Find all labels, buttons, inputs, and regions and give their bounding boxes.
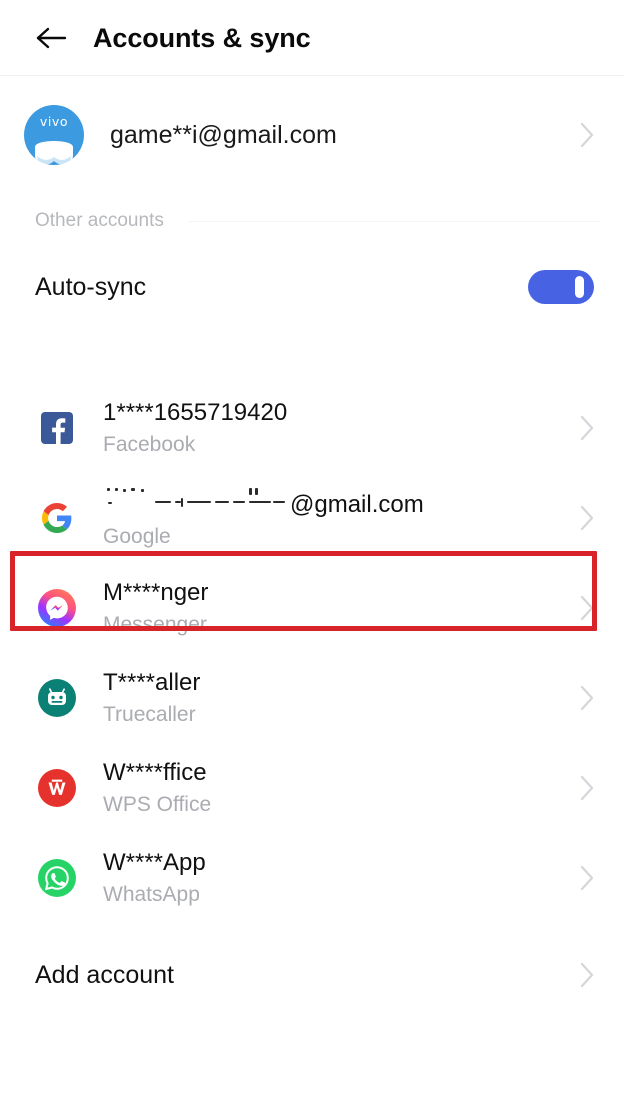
chevron-right-icon: [580, 595, 594, 621]
accounts-sync-screen: Accounts & sync vivo game**i@gmail.com O…: [0, 0, 624, 1101]
other-accounts-section-header: Other accounts: [0, 194, 624, 248]
account-row-facebook[interactable]: 1****1655719420 Facebook: [0, 383, 624, 473]
section-label: Other accounts: [35, 210, 164, 231]
account-chevron[interactable]: [572, 414, 602, 442]
back-button[interactable]: [34, 21, 68, 55]
vivo-logo-text: vivo: [39, 114, 69, 129]
chevron-right-icon: [580, 865, 594, 891]
account-text: @gmail.com Google: [103, 486, 572, 550]
section-divider: [187, 220, 600, 222]
account-title: @gmail.com: [103, 486, 572, 520]
primary-account-row[interactable]: vivo game**i@gmail.com: [0, 76, 624, 194]
account-row-messenger[interactable]: M****nger Messenger: [0, 563, 624, 653]
primary-account-chevron[interactable]: [572, 121, 602, 149]
auto-sync-toggle[interactable]: [528, 270, 594, 304]
account-subtitle: Google: [103, 524, 171, 548]
account-title: T****aller: [103, 668, 201, 696]
toggle-knob: [575, 276, 584, 298]
accounts-list: 1****1655719420 Facebook @gmail.com Goog…: [0, 383, 624, 923]
vivo-mascot-icon: [35, 141, 73, 165]
add-account-row[interactable]: Add account: [0, 933, 624, 1017]
primary-account-email: game**i@gmail.com: [110, 120, 337, 149]
vivo-avatar: vivo: [24, 105, 84, 165]
app-header: Accounts & sync: [0, 0, 624, 76]
account-chevron[interactable]: [572, 774, 602, 802]
auto-sync-row[interactable]: Auto-sync: [0, 248, 624, 326]
whatsapp-icon: [35, 856, 79, 900]
facebook-icon: [35, 406, 79, 450]
account-chevron[interactable]: [572, 594, 602, 622]
account-subtitle: Truecaller: [103, 702, 196, 726]
account-title-domain: @gmail.com: [290, 490, 424, 518]
chevron-right-icon: [580, 122, 594, 148]
account-text: W****ffice WPS Office: [103, 758, 572, 818]
account-subtitle: Messenger: [103, 612, 207, 636]
account-title: W****App: [103, 848, 206, 876]
chevron-right-icon: [580, 775, 594, 801]
account-chevron[interactable]: [572, 684, 602, 712]
account-chevron[interactable]: [572, 504, 602, 532]
account-title: W****ffice: [103, 758, 207, 786]
chevron-right-icon: [580, 685, 594, 711]
messenger-icon: [35, 586, 79, 630]
account-subtitle: Facebook: [103, 432, 196, 456]
page-title: Accounts & sync: [93, 22, 311, 53]
account-subtitle: WhatsApp: [103, 882, 200, 906]
truecaller-icon: [35, 676, 79, 720]
google-icon: [35, 496, 79, 540]
chevron-right-icon: [580, 505, 594, 531]
account-chevron[interactable]: [572, 864, 602, 892]
account-title: M****nger: [103, 578, 209, 606]
redacted-email-local-part: [103, 486, 289, 512]
account-subtitle: WPS Office: [103, 792, 212, 816]
auto-sync-label: Auto-sync: [35, 272, 147, 301]
account-text: 1****1655719420 Facebook: [103, 398, 572, 458]
account-title: 1****1655719420: [103, 398, 288, 426]
account-row-whatsapp[interactable]: W****App WhatsApp: [0, 833, 624, 923]
arrow-left-icon: [36, 27, 67, 49]
add-account-label: Add account: [35, 960, 174, 989]
wps-office-icon: [35, 766, 79, 810]
account-text: T****aller Truecaller: [103, 668, 572, 728]
account-text: W****App WhatsApp: [103, 848, 572, 908]
add-account-chevron[interactable]: [572, 961, 602, 989]
chevron-right-icon: [580, 962, 594, 988]
account-row-truecaller[interactable]: T****aller Truecaller: [0, 653, 624, 743]
account-row-wps-office[interactable]: W****ffice WPS Office: [0, 743, 624, 833]
chevron-right-icon: [580, 415, 594, 441]
account-text: M****nger Messenger: [103, 578, 572, 638]
account-row-google[interactable]: @gmail.com Google: [0, 473, 624, 563]
